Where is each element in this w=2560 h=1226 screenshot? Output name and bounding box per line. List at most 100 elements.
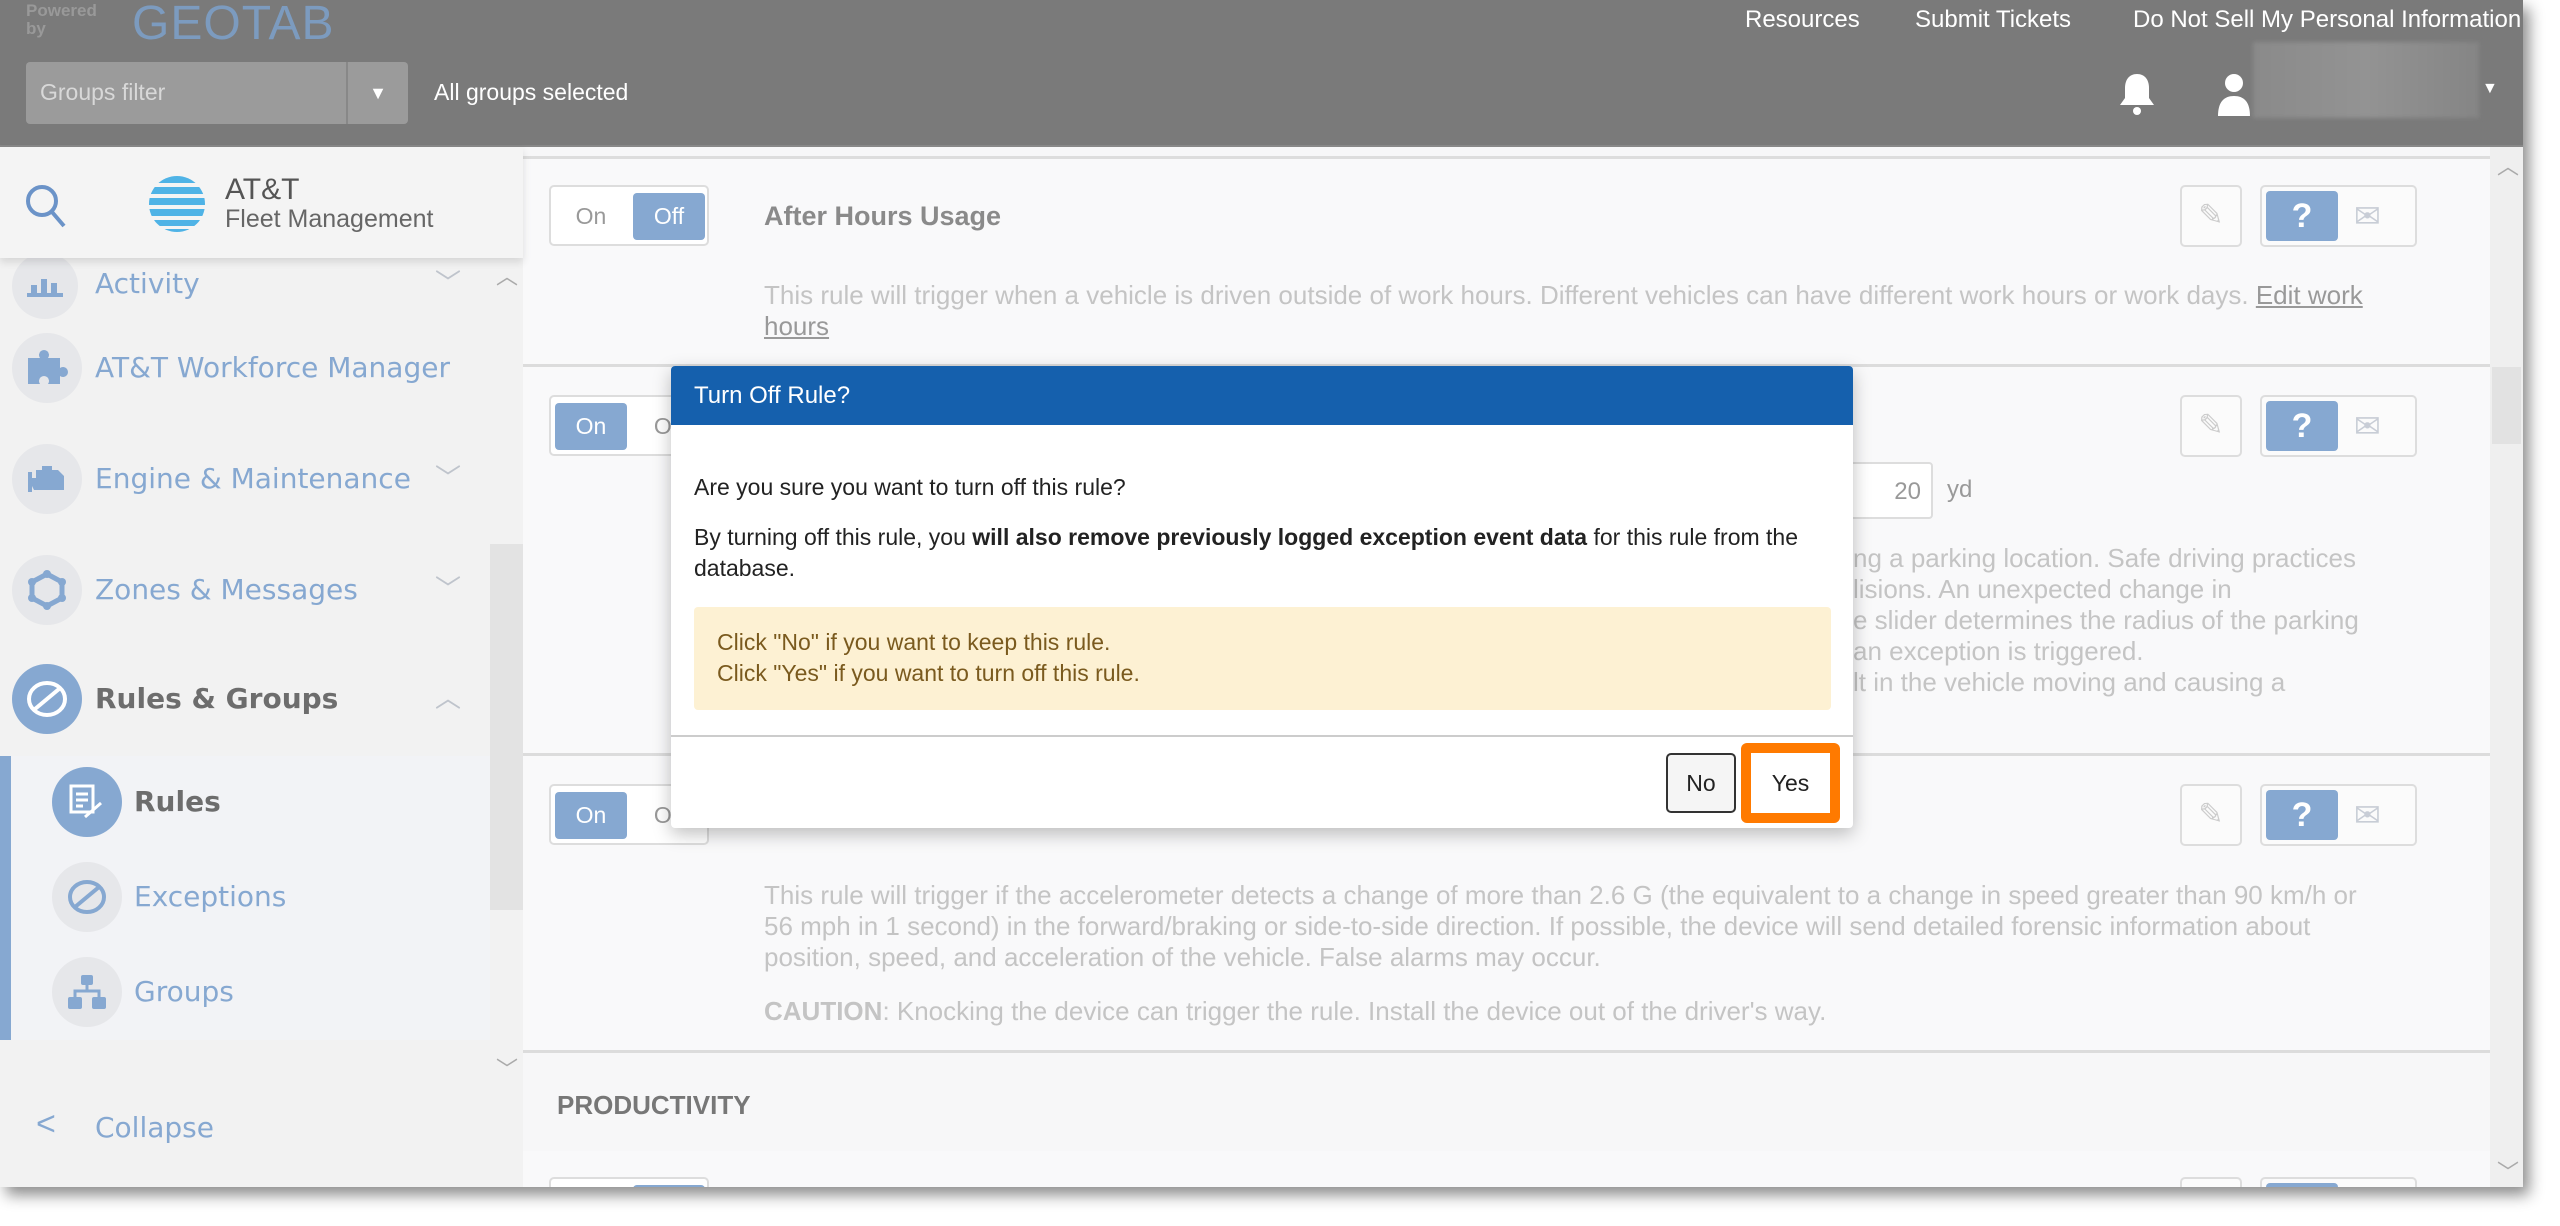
sidebar-item-activity[interactable]: Activity ﹀ — [0, 253, 490, 323]
collapse-label: Collapse — [95, 1111, 214, 1144]
user-icon[interactable] — [2216, 72, 2252, 121]
main-scrollbar[interactable]: ︿ ﹀ — [2490, 147, 2523, 1187]
warning-line: Click "No" if you want to keep this rule… — [717, 629, 1111, 655]
rule-toggle[interactable] — [549, 1177, 709, 1187]
chevron-down-icon: ﹀ — [435, 268, 462, 298]
groups-filter-placeholder: Groups filter — [40, 79, 166, 105]
desc-line: an exception is triggered. — [1853, 636, 2144, 666]
scroll-up-icon[interactable]: ︿ — [496, 259, 518, 291]
bell-icon[interactable] — [2118, 72, 2156, 121]
resources-link[interactable]: Resources — [1745, 6, 1860, 34]
sidebar-item-zones-messages[interactable]: Zones & Messages ﹀ — [0, 551, 490, 631]
yes-button-highlight: Yes — [1741, 743, 1840, 823]
toggle-on[interactable]: On — [555, 403, 627, 450]
section-heading: PRODUCTIVITY — [557, 1090, 751, 1120]
sidebar-item-label: Activity — [95, 267, 200, 300]
rule-toggle[interactable]: On Off — [549, 185, 709, 246]
message-bold: will also remove previously logged excep… — [972, 524, 1588, 550]
rules-icon — [52, 767, 122, 837]
rule-actions-group: ? ✉ — [2260, 185, 2417, 247]
chevron-down-icon: ﹀ — [435, 463, 462, 493]
chevron-down-icon[interactable]: ▼ — [346, 62, 408, 124]
chevron-left-icon: < — [36, 1105, 56, 1143]
sidebar-item-label: Zones & Messages — [95, 573, 358, 606]
toggle-on[interactable]: On — [555, 792, 627, 839]
desc-line: ng a parking location. Safe driving prac… — [1853, 543, 2356, 573]
edit-rule-button[interactable]: ✎ — [2180, 185, 2242, 247]
scroll-down-icon[interactable]: ﹀ — [2497, 1155, 2519, 1187]
warning-line: Click "Yes" if you want to turn off this… — [717, 660, 1140, 686]
rule-description: This rule will trigger when a vehicle is… — [764, 280, 2374, 342]
dialog-warning: Click "No" if you want to keep this rule… — [694, 607, 1831, 710]
yes-button[interactable]: Yes — [1751, 753, 1830, 813]
sidebar-scrollbar[interactable]: ︿ ﹀ — [490, 147, 523, 1082]
sidebar-item-label: Exceptions — [134, 880, 287, 913]
help-icon[interactable]: ? — [2266, 191, 2338, 241]
sidebar: AT&T Fleet Management Activity ﹀ AT&T Wor… — [0, 147, 523, 1187]
description-text: This rule will trigger when a vehicle is… — [764, 280, 2256, 310]
sidebar-item-engine-maintenance[interactable]: Engine & Maintenance ﹀ — [0, 440, 490, 520]
dialog-message: By turning off this rule, you will also … — [694, 522, 1834, 584]
no-button[interactable]: No — [1666, 753, 1736, 813]
help-icon[interactable]: ? — [2266, 790, 2338, 840]
sidebar-item-label: Groups — [134, 975, 234, 1008]
pencil-icon: ✎ — [2198, 199, 2224, 232]
email-icon[interactable]: ✉ — [2354, 796, 2381, 834]
edit-rule-button[interactable]: ✎ — [2180, 784, 2242, 846]
desc-line: e slider determines the radius of the pa… — [1853, 605, 2359, 635]
email-icon[interactable]: ✉ — [2354, 197, 2381, 235]
toggle-off[interactable]: Off — [633, 193, 705, 240]
desc-line: lisions. An unexpected change in — [1853, 574, 2232, 604]
sidebar-item-exceptions[interactable]: Exceptions — [0, 858, 490, 938]
pencil-icon: ✎ — [2198, 798, 2224, 831]
rule-productivity-first — [523, 1151, 2490, 1187]
sidebar-item-label: AT&T Workforce Manager — [95, 351, 450, 384]
sidebar-item-label: Engine & Maintenance — [95, 462, 411, 495]
groups-filter-input[interactable]: Groups filter ▼ — [26, 62, 408, 124]
top-header: Powered by GEOTAB Resources Submit Ticke… — [0, 0, 2523, 147]
scroll-up-icon[interactable]: ︿ — [2497, 149, 2519, 181]
bar-chart-icon — [12, 253, 78, 319]
hierarchy-icon — [52, 957, 122, 1027]
sidebar-item-groups[interactable]: Groups — [0, 953, 490, 1033]
caution-label: CAUTION — [764, 996, 883, 1026]
user-menu-caret-icon[interactable]: ▼ — [2482, 80, 2498, 98]
email-icon[interactable]: ✉ — [2354, 407, 2381, 445]
zones-icon — [12, 555, 82, 625]
powered-by-label: Powered by — [26, 1, 97, 38]
no-entry-icon — [12, 664, 82, 734]
main-scrollbar-thumb[interactable] — [2492, 367, 2521, 444]
rule-description: This rule will trigger if the accelerome… — [764, 880, 2357, 972]
edit-rule-button[interactable] — [2180, 1177, 2242, 1187]
sidebar-item-label: Rules — [134, 785, 221, 818]
collapse-button[interactable]: < Collapse — [0, 1077, 523, 1187]
sidebar-item-label: Rules & Groups — [95, 682, 339, 715]
caution-text: : Knocking the device can trigger the ru… — [882, 996, 1827, 1026]
dialog-title: Turn Off Rule? — [671, 366, 1853, 425]
rule-title: After Hours Usage — [764, 201, 1002, 231]
toggle-off[interactable] — [633, 1185, 705, 1187]
toggle-on[interactable]: On — [555, 193, 627, 240]
submit-tickets-link[interactable]: Submit Tickets — [1915, 6, 2071, 34]
sidebar-scrollbar-thumb[interactable] — [490, 544, 523, 910]
user-name-redacted[interactable] — [2253, 42, 2479, 118]
puzzle-icon — [12, 333, 82, 403]
geotab-logo: GEOTAB — [132, 0, 335, 50]
engine-icon — [12, 444, 82, 514]
logo-subtitle: Fleet Management — [225, 205, 434, 233]
edit-rule-button[interactable]: ✎ — [2180, 395, 2242, 457]
message-text: By turning off this rule, you — [694, 524, 973, 550]
pencil-icon: ✎ — [2198, 409, 2224, 442]
help-icon[interactable] — [2266, 1183, 2338, 1187]
dialog-question: Are you sure you want to turn off this r… — [694, 474, 1126, 500]
help-icon[interactable]: ? — [2266, 401, 2338, 451]
radius-unit: yd — [1947, 476, 1973, 503]
app-window: Powered by GEOTAB Resources Submit Ticke… — [0, 0, 2523, 1187]
sidebar-item-rules-groups[interactable]: Rules & Groups ︿ — [0, 660, 490, 740]
do-not-sell-link[interactable]: Do Not Sell My Personal Information — [2133, 6, 2521, 34]
sidebar-item-rules[interactable]: Rules — [0, 763, 490, 843]
chevron-down-icon: ﹀ — [435, 574, 462, 604]
search-icon[interactable] — [24, 183, 68, 229]
sidebar-item-workforce-manager[interactable]: AT&T Workforce Manager — [0, 329, 490, 409]
rule-after-hours-usage: On Off After Hours Usage This rule will t… — [523, 159, 2490, 367]
